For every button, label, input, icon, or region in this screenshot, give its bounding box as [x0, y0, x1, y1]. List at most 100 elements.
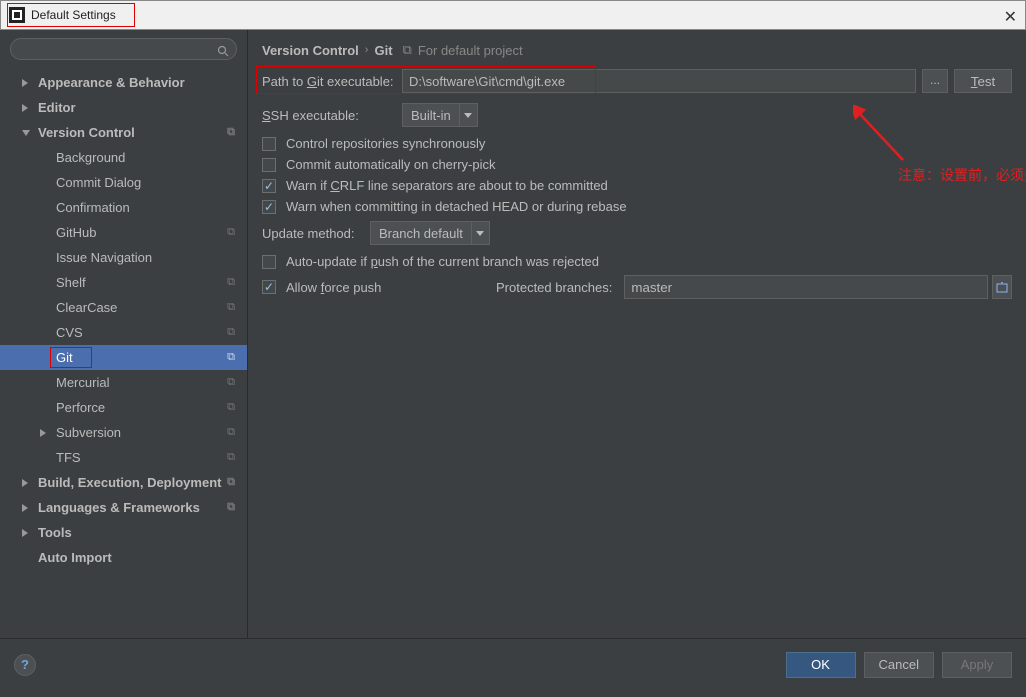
tree-perforce[interactable]: Perforce ⧉ — [0, 395, 247, 420]
search-input[interactable] — [10, 38, 237, 60]
scope-icon: ⧉ — [227, 126, 235, 139]
titlebar: Default Settings ✕ — [0, 0, 1026, 30]
tree-shelf[interactable]: Shelf⧉ — [0, 270, 247, 295]
test-button[interactable]: Test — [954, 69, 1012, 93]
search-wrap — [0, 38, 247, 66]
checkbox-cherry[interactable] — [262, 158, 276, 172]
tree-label: Version Control — [38, 125, 135, 140]
tree-label: CVS — [56, 325, 83, 340]
tree-label: Confirmation — [56, 200, 130, 215]
update-select[interactable]: Branch default — [370, 221, 490, 245]
tree-label: Perforce — [56, 400, 105, 415]
label-detached: Warn when committing in detached HEAD or… — [286, 199, 627, 214]
row-crlf: Warn if CRLF line separators are about t… — [262, 178, 1012, 193]
tree-label: Languages & Frameworks — [38, 500, 200, 515]
scope-icon: ⧉ — [227, 476, 235, 489]
label-cherry: Commit automatically on cherry-pick — [286, 157, 496, 172]
search-icon — [217, 45, 229, 60]
app-icon — [9, 7, 25, 23]
tree-clearcase[interactable]: ClearCase ⧉ — [0, 295, 247, 320]
chevron-down-icon[interactable] — [472, 221, 490, 245]
chevron-right-icon — [22, 504, 28, 512]
chevron-down-icon[interactable] — [460, 103, 478, 127]
tree-label: Auto Import — [38, 550, 112, 565]
tree-label: Shelf — [56, 275, 86, 290]
scope-icon: ⧉ — [227, 376, 235, 389]
tree-subversion[interactable]: Subversion⧉ — [0, 420, 247, 445]
label-autoupdate: Auto-update if push of the current branc… — [286, 254, 599, 269]
tree-git[interactable]: Git⧉ — [0, 345, 247, 370]
settings-tree: Appearance & Behavior Editor Version Con… — [0, 66, 247, 638]
tree-build[interactable]: Build, Execution, Deployment⧉ — [0, 470, 247, 495]
tree-appearance[interactable]: Appearance & Behavior — [0, 70, 247, 95]
update-select-value: Branch default — [370, 221, 472, 245]
scope-icon: ⧉ — [227, 401, 235, 414]
close-icon[interactable]: ✕ — [1004, 7, 1017, 27]
tree-label: Tools — [38, 525, 72, 540]
checkbox-detached[interactable] — [262, 200, 276, 214]
checkbox-force[interactable] — [262, 280, 276, 294]
tree-mercurial[interactable]: Mercurial⧉ — [0, 370, 247, 395]
breadcrumb: Version Control › Git ⧉ For default proj… — [262, 42, 1012, 58]
tree-issue-nav[interactable]: Issue Navigation — [0, 245, 247, 270]
ok-button[interactable]: OK — [786, 652, 856, 678]
tree-commit-dialog[interactable]: Commit Dialog — [0, 170, 247, 195]
main-panel: Version Control › Git ⧉ For default proj… — [248, 30, 1026, 638]
tree-languages[interactable]: Languages & Frameworks ⧉ — [0, 495, 247, 520]
row-path: Path to Git executable: ... Test — [262, 68, 1012, 94]
update-label: Update method: — [262, 226, 370, 241]
ssh-select[interactable]: Built-in — [402, 103, 478, 127]
tree-github[interactable]: GitHub⧉ — [0, 220, 247, 245]
checkbox-autoupdate[interactable] — [262, 255, 276, 269]
row-update: Update method: Branch default — [262, 220, 1012, 246]
row-detached: Warn when committing in detached HEAD or… — [262, 199, 1012, 214]
checkbox-sync[interactable] — [262, 137, 276, 151]
scope-icon: ⧉ — [227, 501, 235, 514]
tree-label: Git — [56, 350, 73, 365]
chevron-right-icon — [22, 104, 28, 112]
tree-tfs[interactable]: TFS ⧉ — [0, 445, 247, 470]
help-button[interactable]: ? — [14, 654, 36, 676]
tree-label: GitHub — [56, 225, 96, 240]
chevron-right-icon — [40, 429, 46, 437]
row-cherry: Commit automatically on cherry-pick — [262, 157, 1012, 172]
chevron-right-icon — [22, 529, 28, 537]
ssh-select-value: Built-in — [402, 103, 460, 127]
sidebar: Appearance & Behavior Editor Version Con… — [0, 30, 248, 638]
scope-icon: ⧉ — [227, 451, 235, 464]
tree-auto-import[interactable]: Auto Import — [0, 545, 247, 570]
breadcrumb-subtitle: For default project — [418, 43, 523, 58]
tree-label: ClearCase — [56, 300, 117, 315]
apply-button[interactable]: Apply — [942, 652, 1012, 678]
row-autoupdate: Auto-update if push of the current branc… — [262, 254, 1012, 269]
tree-background[interactable]: Background — [0, 145, 247, 170]
scope-icon: ⧉ — [227, 326, 235, 339]
tree-label: Commit Dialog — [56, 175, 141, 190]
tree-tools[interactable]: Tools — [0, 520, 247, 545]
project-scope-icon: ⧉ — [403, 42, 412, 58]
tree-label: TFS — [56, 450, 81, 465]
ssh-label: SSH executable: — [262, 108, 402, 123]
label-sync: Control repositories synchronously — [286, 136, 485, 151]
tree-label: Editor — [38, 100, 76, 115]
tree-editor[interactable]: Editor — [0, 95, 247, 120]
tree-label: Subversion — [56, 425, 121, 440]
checkbox-crlf[interactable] — [262, 179, 276, 193]
dialog-body: Appearance & Behavior Editor Version Con… — [0, 30, 1026, 638]
label-force: Allow force push — [286, 280, 496, 295]
tree-confirmation[interactable]: Confirmation — [0, 195, 247, 220]
chevron-right-icon — [22, 479, 28, 487]
row-ssh: SSH executable: Built-in — [262, 102, 1012, 128]
browse-button[interactable]: ... — [922, 69, 948, 93]
chevron-right-icon — [22, 79, 28, 87]
chevron-down-icon — [22, 130, 30, 136]
tree-version-control[interactable]: Version Control ⧉ — [0, 120, 247, 145]
breadcrumb-root[interactable]: Version Control — [262, 43, 359, 58]
tree-cvs[interactable]: CVS ⧉ — [0, 320, 247, 345]
cancel-button[interactable]: Cancel — [864, 652, 934, 678]
scope-icon: ⧉ — [227, 301, 235, 314]
row-force: Allow force push Protected branches: — [262, 275, 1012, 299]
git-path-input[interactable] — [402, 69, 916, 93]
protected-branches-input[interactable] — [624, 275, 988, 299]
expand-button[interactable] — [992, 275, 1012, 299]
